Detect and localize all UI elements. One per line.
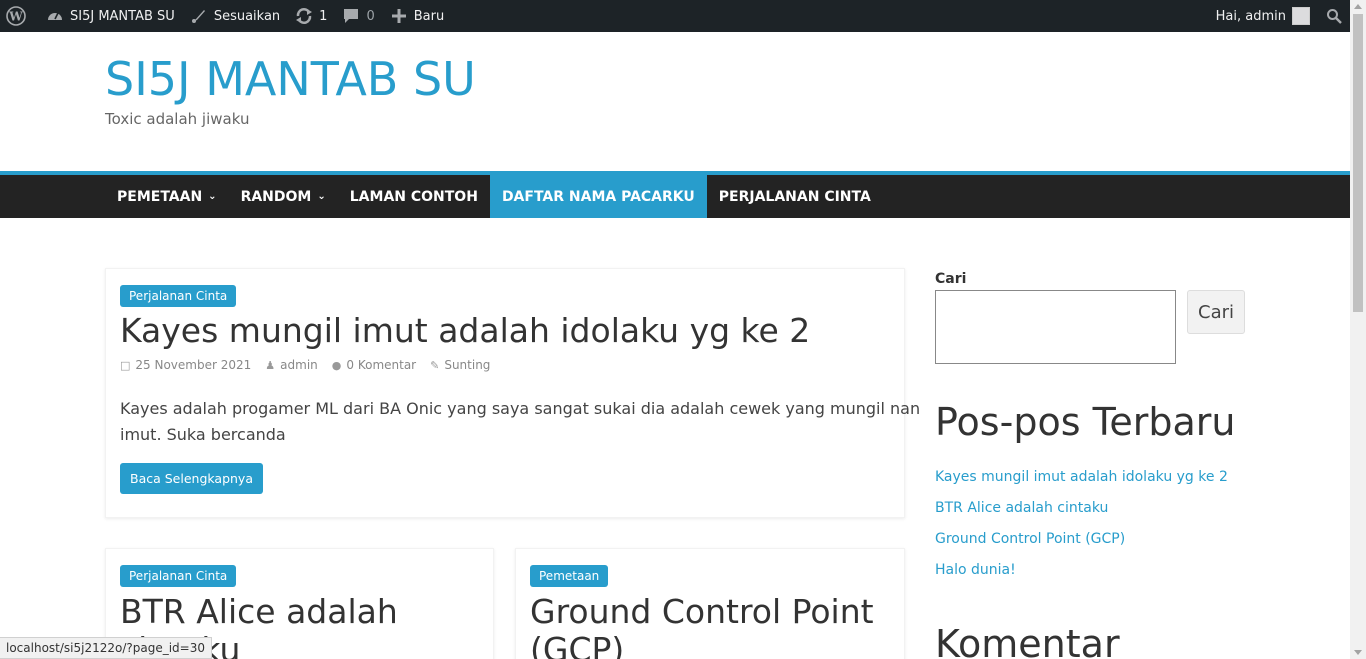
admin-search-button[interactable] — [1317, 0, 1350, 32]
post-edit[interactable]: ✎ Sunting — [430, 358, 490, 372]
new-content-menu[interactable]: Baru — [382, 0, 451, 32]
comments-count: 0 — [366, 8, 375, 24]
nav-item-label: DAFTAR NAMA PACARKU — [501, 188, 695, 205]
scroll-down-icon[interactable] — [1354, 650, 1362, 655]
site-name-menu[interactable]: SI5J MANTAB SU — [38, 0, 182, 32]
customize-label: Sesuaikan — [213, 8, 281, 24]
wordpress-logo-menu[interactable]: W — [0, 0, 38, 32]
nav-item-pemetaan[interactable]: PEMETAAN ⌄ — [105, 175, 229, 218]
post-meta: □ 25 November 2021 ♟ admin ● 0 Komentar … — [120, 358, 504, 372]
post-comments-label: 0 Komentar — [346, 358, 417, 372]
scroll-up-icon[interactable] — [1354, 4, 1362, 9]
updates-count: 1 — [319, 8, 328, 24]
scrollbar-thumb[interactable] — [1353, 14, 1363, 312]
post-title-line: BTR Alice adalah — [120, 592, 398, 631]
browser-status-bar: localhost/si5j2122o/?page_id=30 — [0, 637, 213, 659]
nav-item-perjalanan-cinta[interactable]: PERJALANAN CINTA — [707, 175, 883, 218]
read-more-button[interactable]: Baca Selengkapnya — [120, 463, 263, 494]
recent-post-link[interactable]: Halo dunia! — [935, 562, 1228, 593]
post-excerpt: Kayes adalah progamer ML dari BA Onic ya… — [120, 396, 920, 448]
chevron-down-icon: ⌄ — [208, 191, 217, 202]
site-description: Toxic adalah jiwaku — [105, 110, 250, 128]
customize-menu[interactable]: Sesuaikan — [182, 0, 287, 32]
search-icon — [1324, 6, 1344, 26]
post-author-label: admin — [280, 358, 318, 372]
post-title[interactable]: Ground Control Point (GCP) — [530, 593, 874, 659]
site-title[interactable]: SI5J MANTAB SU — [105, 52, 476, 106]
nav-item-random[interactable]: RANDOM ⌄ — [229, 175, 338, 218]
category-badge[interactable]: Perjalanan Cinta — [120, 285, 237, 307]
recent-post-link[interactable]: Kayes mungil imut adalah idolaku yg ke 2 — [935, 469, 1228, 500]
nav-item-daftar-nama-pacarku[interactable]: DAFTAR NAMA PACARKU — [489, 175, 707, 218]
my-account-menu[interactable]: Hai, admin — [1209, 0, 1317, 32]
recent-post-link[interactable]: Ground Control Point (GCP) — [935, 531, 1228, 562]
category-badge[interactable]: Perjalanan Cinta — [120, 565, 237, 587]
comment-icon: ● — [331, 358, 342, 372]
brush-icon — [189, 6, 209, 26]
post-edit-label: Sunting — [444, 358, 491, 372]
new-label: Baru — [413, 8, 445, 24]
comments-menu[interactable]: 0 — [334, 0, 381, 32]
post-author[interactable]: ♟ admin — [265, 358, 317, 372]
excerpt-line: imut. Suka bercanda — [120, 425, 286, 444]
chevron-down-icon: ⌄ — [317, 191, 326, 202]
site-name-label: SI5J MANTAB SU — [70, 8, 175, 24]
nav-item-label: PERJALANAN CINTA — [718, 188, 871, 205]
post-date[interactable]: □ 25 November 2021 — [120, 358, 251, 372]
recent-posts-list: Kayes mungil imut adalah idolaku yg ke 2… — [935, 469, 1228, 593]
comments-widget-title: Komentar — [935, 622, 1120, 659]
calendar-icon: □ — [120, 358, 131, 372]
greeting-label: Hai, admin — [1215, 8, 1286, 24]
post-date-label: 25 November 2021 — [135, 358, 252, 372]
post-comments[interactable]: ● 0 Komentar — [332, 358, 416, 372]
plus-icon — [389, 6, 409, 26]
nav-item-label: LAMAN CONTOH — [349, 188, 478, 205]
updates-menu[interactable]: 1 — [287, 0, 334, 32]
post-title[interactable]: Kayes mungil imut adalah idolaku yg ke 2 — [120, 312, 810, 349]
page-scrollbar[interactable] — [1350, 0, 1366, 659]
search-input[interactable] — [935, 290, 1176, 364]
primary-navigation: PEMETAAN ⌄ RANDOM ⌄ LAMAN CONTOH DAFTAR … — [0, 171, 1350, 218]
wordpress-icon: W — [6, 6, 26, 26]
post-title-line: Ground Control Point — [530, 592, 874, 631]
admin-bar-right: Hai, admin — [1209, 0, 1350, 32]
search-label: Cari — [935, 271, 967, 287]
recent-posts-title: Pos-pos Terbaru — [935, 400, 1236, 444]
nav-item-label: PEMETAAN — [117, 188, 203, 205]
category-badge[interactable]: Pemetaan — [530, 565, 609, 587]
excerpt-line: Kayes adalah progamer ML dari BA Onic ya… — [120, 399, 921, 418]
nav-item-label: RANDOM — [240, 188, 312, 205]
svg-text:W: W — [8, 10, 23, 24]
edit-icon: ✎ — [430, 358, 440, 372]
user-icon: ♟ — [265, 358, 276, 372]
updates-icon — [294, 6, 314, 26]
avatar — [1292, 7, 1310, 25]
comment-icon — [341, 6, 361, 26]
nav-item-laman-contoh[interactable]: LAMAN CONTOH — [338, 175, 490, 218]
search-button[interactable]: Cari — [1187, 290, 1245, 334]
dashboard-icon — [45, 6, 65, 26]
post-title-line: (GCP) — [530, 630, 625, 659]
admin-bar: W SI5J MANTAB SU Sesuaikan 1 0 Baru Hai,… — [0, 0, 1350, 32]
recent-post-link[interactable]: BTR Alice adalah cintaku — [935, 500, 1228, 531]
